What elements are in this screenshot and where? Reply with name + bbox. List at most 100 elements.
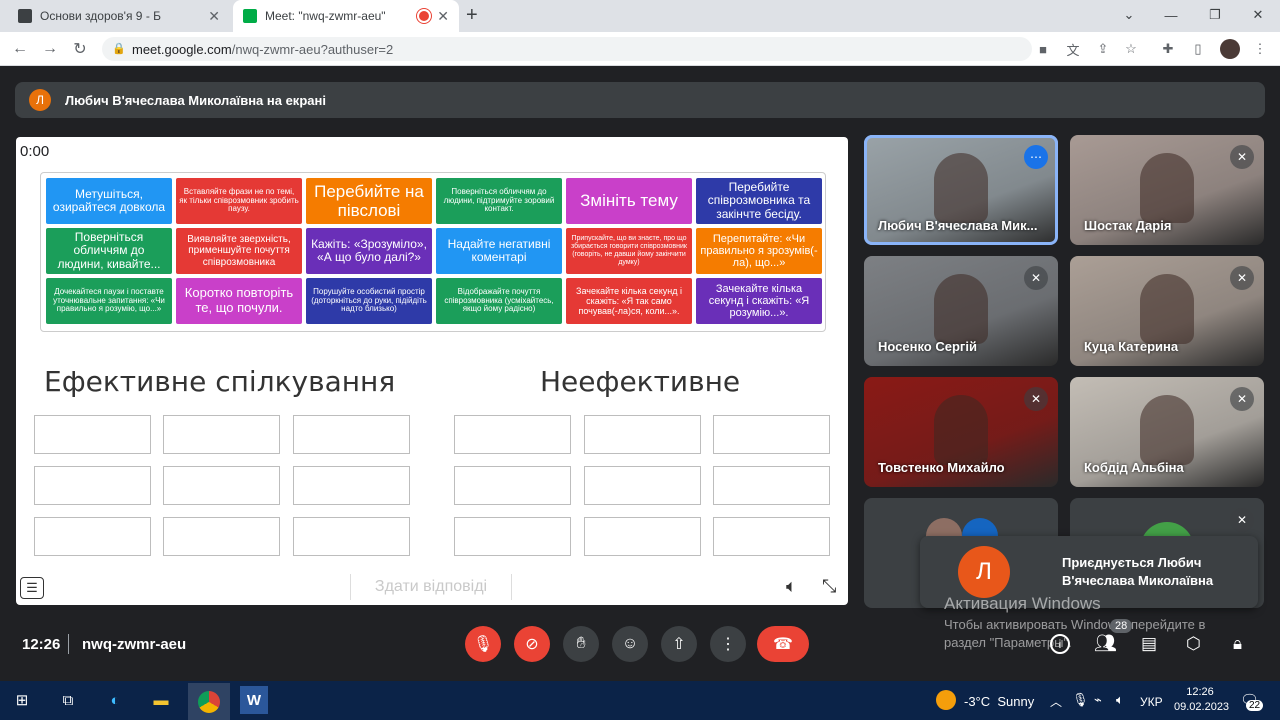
drop-slot[interactable] xyxy=(34,517,151,556)
drop-slot[interactable] xyxy=(163,517,280,556)
answer-card[interactable]: Виявляйте зверхність, применшуйте почутт… xyxy=(176,228,302,274)
mic-off-icon: ✕ xyxy=(1230,387,1254,411)
minimize-button[interactable]: — xyxy=(1149,0,1193,30)
chrome-taskbar-icon[interactable] xyxy=(188,683,230,720)
extensions-icon[interactable]: ✚ xyxy=(1157,38,1179,60)
mic-off-icon: ✕ xyxy=(1024,387,1048,411)
mic-tray-icon[interactable]: 🎙︎ xyxy=(1072,692,1089,708)
camera-off-button[interactable]: ⊘ xyxy=(514,626,550,662)
close-icon[interactable]: ✕ xyxy=(437,8,449,25)
drop-slot[interactable] xyxy=(713,415,830,454)
windows-start-icon[interactable]: ⊞ xyxy=(8,686,36,714)
file-explorer-icon[interactable]: ▬ xyxy=(147,686,175,714)
list-icon[interactable]: ☰ xyxy=(20,577,44,599)
tab-meet[interactable]: Meet: "nwq-zwmr-aeu" ✕ xyxy=(233,0,459,32)
answer-card[interactable]: Надайте негативні коментарі xyxy=(436,228,562,274)
drop-slot[interactable] xyxy=(163,415,280,454)
sound-icon[interactable]: 🔈︎ xyxy=(786,576,797,597)
profile-avatar[interactable] xyxy=(1220,39,1240,59)
participant-tile[interactable]: ✕ Шостак Дарія xyxy=(1070,135,1264,245)
drop-slot[interactable] xyxy=(454,466,571,505)
leave-call-button[interactable]: ☎︎ xyxy=(757,626,809,662)
task-view-icon[interactable]: ⧉ xyxy=(54,686,82,714)
people-icon[interactable]: 👥︎ xyxy=(1094,633,1117,654)
drop-slot[interactable] xyxy=(34,415,151,454)
answer-card[interactable]: Перепитайте: «Чи правильно я зрозумів(-л… xyxy=(696,228,822,274)
host-controls-icon[interactable]: 🔒︎ xyxy=(1233,634,1242,654)
camera-icon[interactable]: ■ xyxy=(1032,38,1054,60)
emoji-button[interactable]: ☺ xyxy=(612,626,648,662)
edge-icon[interactable]: ◐ xyxy=(101,686,129,714)
url-bar[interactable]: 🔒 meet.google.com/nwq-zwmr-aeu?authuser=… xyxy=(102,37,1032,61)
network-icon[interactable]: ⌁ xyxy=(1094,692,1102,708)
answer-card[interactable]: Припускайте, що ви знаєте, про що збирає… xyxy=(566,228,692,274)
volume-icon[interactable]: 🔈︎ xyxy=(1116,692,1124,708)
close-window-button[interactable]: ✕ xyxy=(1236,0,1280,30)
participant-tile[interactable]: ✕ Кобдід Альбіна xyxy=(1070,377,1264,487)
drop-slot[interactable] xyxy=(293,415,410,454)
raise-hand-button[interactable]: ✋︎ xyxy=(563,626,599,662)
clock[interactable]: 12:26 09.02.2023 xyxy=(1174,685,1229,715)
participant-tile[interactable]: ✕ Куца Катерина xyxy=(1070,256,1264,366)
drop-slot[interactable] xyxy=(713,466,830,505)
tray-chevron-icon[interactable]: ︿ xyxy=(1050,693,1062,710)
chat-icon[interactable]: ▤ xyxy=(1141,634,1157,654)
answer-card[interactable]: Порушуйте особистий простір (доторкнітьс… xyxy=(306,278,432,324)
answer-card[interactable]: Вставляйте фрази не по темі, як тільки с… xyxy=(176,178,302,224)
tab-search-icon[interactable]: ⌄ xyxy=(1107,0,1151,30)
drop-slot[interactable] xyxy=(454,517,571,556)
answer-card[interactable]: Перебийте співрозмовника та закінчте бес… xyxy=(696,178,822,224)
share-icon[interactable]: ⇪ xyxy=(1092,38,1114,60)
video-feed xyxy=(934,395,988,465)
submit-answers-button[interactable]: Здати відповіді xyxy=(350,574,512,600)
answer-card[interactable]: Зачекайте кілька секунд і скажіть: «Я та… xyxy=(566,278,692,324)
new-tab-button[interactable]: + xyxy=(466,4,478,27)
drop-slot[interactable] xyxy=(713,517,830,556)
fullscreen-icon[interactable]: ⤡ xyxy=(822,576,836,597)
answer-card[interactable]: Змініть тему xyxy=(566,178,692,224)
back-icon[interactable]: ← xyxy=(8,37,32,61)
bookmark-star-icon[interactable]: ☆ xyxy=(1120,38,1142,60)
answer-card[interactable]: Кажіть: «Зрозуміло», «А що було далі?» xyxy=(306,228,432,274)
answer-card[interactable]: Відображайте почуття співрозмовника (усм… xyxy=(436,278,562,324)
word-icon[interactable]: W xyxy=(240,686,268,714)
drop-slot[interactable] xyxy=(34,466,151,505)
present-button[interactable]: ⇧ xyxy=(661,626,697,662)
participant-tile[interactable]: ✕ Носенко Сергій xyxy=(864,256,1058,366)
tab-health[interactable]: Основи здоров'я 9 - Б ✕ xyxy=(8,0,230,32)
info-icon[interactable]: i xyxy=(1050,634,1070,654)
menu-icon[interactable]: ⋮ xyxy=(1249,38,1271,60)
translate-icon[interactable]: 文 xyxy=(1062,38,1084,60)
close-icon[interactable]: ✕ xyxy=(208,8,220,25)
answer-card[interactable]: Зачекайте кілька секунд і скажіть: «Я ро… xyxy=(696,278,822,324)
answer-card[interactable]: Метушіться, озирайтеся довкола xyxy=(46,178,172,224)
shared-screen: 0:00 Метушіться, озирайтеся довкола Встав… xyxy=(16,137,848,605)
answer-card[interactable]: Коротко повторіть те, що почули. xyxy=(176,278,302,324)
heading-ineffective: Неефективне xyxy=(540,365,741,398)
mic-off-button[interactable]: 🎙︎ xyxy=(465,626,501,662)
drop-slot[interactable] xyxy=(584,415,701,454)
answer-card[interactable]: Перебийте на півслові xyxy=(306,178,432,224)
restore-button[interactable]: ❐ xyxy=(1193,0,1237,30)
participant-tile[interactable]: ✕ Товстенко Михайло xyxy=(864,377,1058,487)
language-indicator[interactable]: УКР xyxy=(1140,695,1163,709)
drop-slot[interactable] xyxy=(293,517,410,556)
drop-slot[interactable] xyxy=(584,466,701,505)
participant-tile[interactable]: ⋯ Любич В'ячеслава Мик... xyxy=(864,135,1058,245)
answer-card[interactable]: Поверніться обличчям до людини, кивайте.… xyxy=(46,228,172,274)
forward-icon[interactable]: → xyxy=(38,37,62,61)
more-dots-icon[interactable]: ⋯ xyxy=(1024,145,1048,169)
participant-name: Шостак Дарія xyxy=(1084,218,1172,233)
drop-slot[interactable] xyxy=(293,466,410,505)
divider xyxy=(68,634,69,654)
activities-icon[interactable]: ⬡ xyxy=(1186,634,1201,654)
drop-slot[interactable] xyxy=(163,466,280,505)
weather-text[interactable]: -3°C Sunny xyxy=(964,694,1034,709)
more-options-button[interactable]: ⋮ xyxy=(710,626,746,662)
answer-card[interactable]: Дочекайтеся паузи і поставте уточнювальн… xyxy=(46,278,172,324)
reload-icon[interactable]: ↻ xyxy=(68,37,92,61)
drop-slot[interactable] xyxy=(584,517,701,556)
side-panel-icon[interactable]: ▯ xyxy=(1187,38,1209,60)
drop-slot[interactable] xyxy=(454,415,571,454)
answer-card[interactable]: Поверніться обличчям до людини, підтриму… xyxy=(436,178,562,224)
